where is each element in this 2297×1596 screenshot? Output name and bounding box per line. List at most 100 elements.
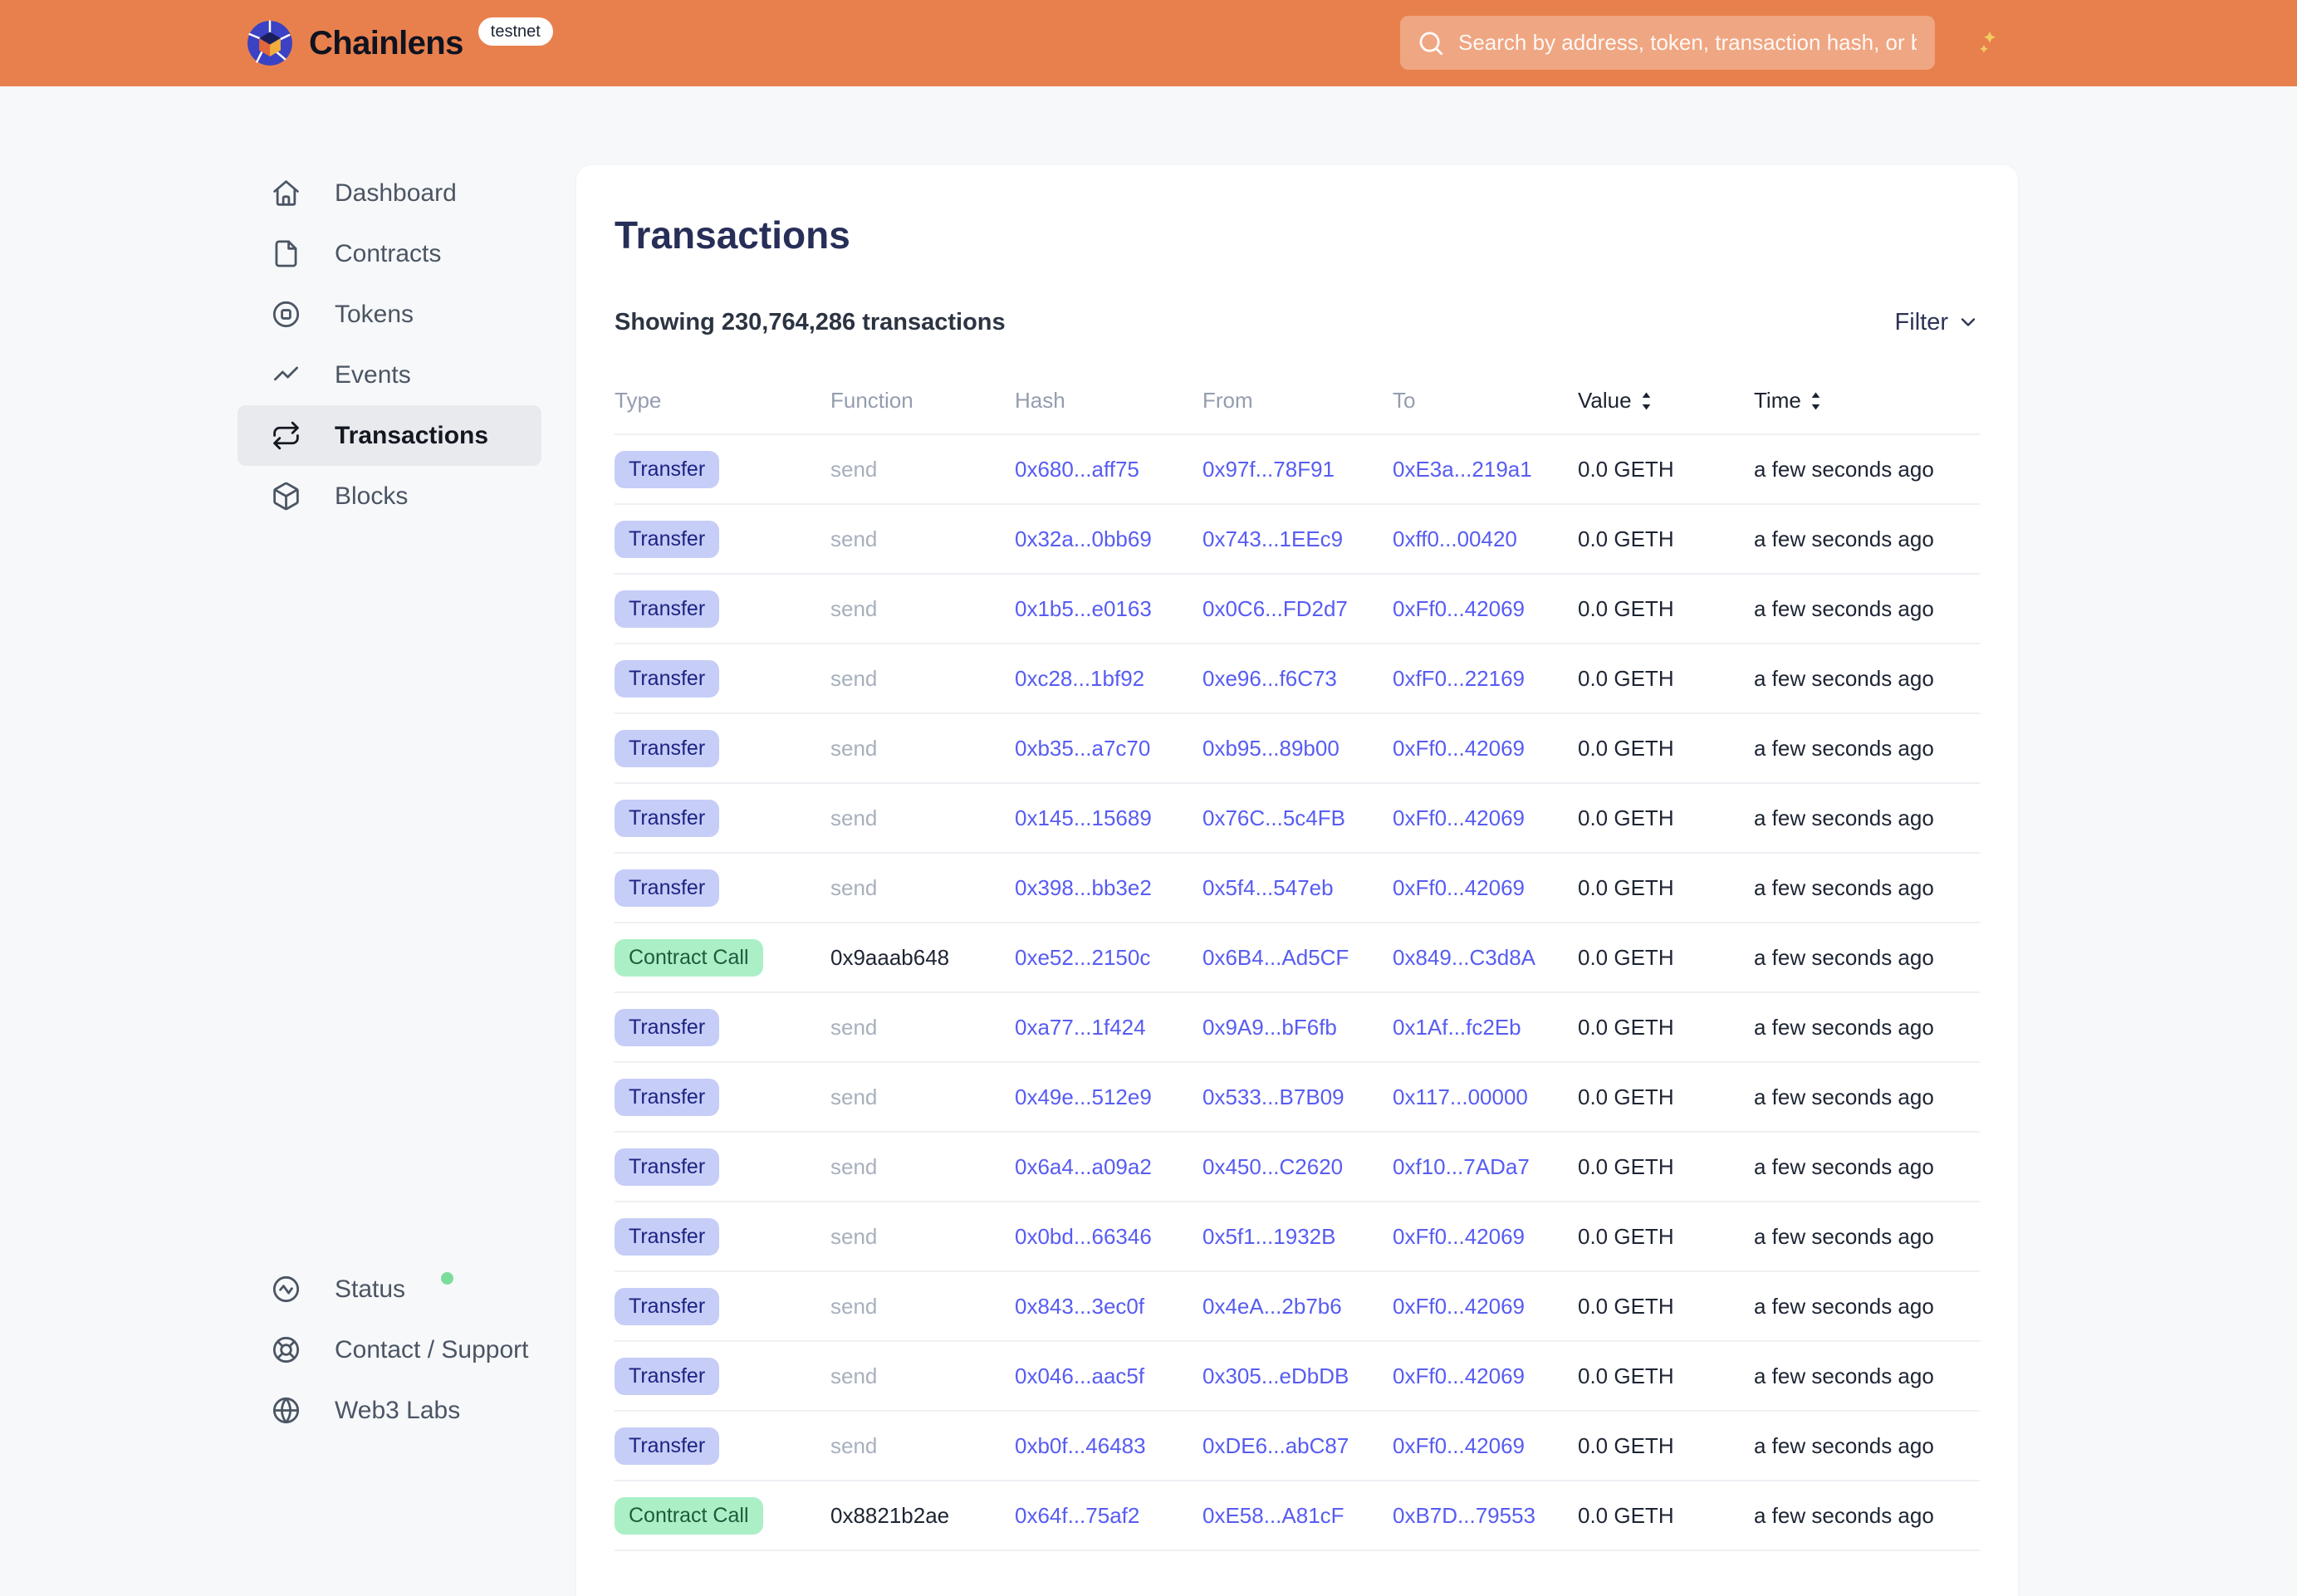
sidebar-item-contracts[interactable]: Contracts [238, 223, 541, 284]
from-address-link[interactable]: 0xe96...f6C73 [1202, 666, 1393, 692]
from-address-link[interactable]: 0x4eA...2b7b6 [1202, 1294, 1393, 1319]
transaction-row: Transfer send 0x145...15689 0x76C...5c4F… [615, 784, 1980, 854]
sort-icon [1640, 390, 1653, 412]
hash-link[interactable]: 0x1b5...e0163 [1015, 596, 1202, 622]
value-cell: 0.0 GETH [1578, 1015, 1754, 1040]
type-badge: Transfer [615, 1148, 719, 1186]
hash-link[interactable]: 0x6a4...a09a2 [1015, 1154, 1202, 1180]
hash-link[interactable]: 0xb35...a7c70 [1015, 736, 1202, 761]
to-address-link[interactable]: 0xff0...00420 [1393, 526, 1578, 552]
to-address-link[interactable]: 0xFf0...42069 [1393, 805, 1578, 831]
brand-home-link[interactable]: Chainlens testnet [246, 0, 553, 86]
function-cell: send [830, 1294, 1015, 1319]
from-address-link[interactable]: 0x305...eDbDB [1202, 1363, 1393, 1389]
to-address-link[interactable]: 0xFf0...42069 [1393, 875, 1578, 901]
sidebar-item-label: Status [335, 1275, 405, 1304]
hash-link[interactable]: 0x046...aac5f [1015, 1363, 1202, 1389]
hash-link[interactable]: 0x32a...0bb69 [1015, 526, 1202, 552]
sidebar-item-status[interactable]: Status [238, 1259, 541, 1319]
hash-link[interactable]: 0x0bd...66346 [1015, 1224, 1202, 1250]
from-address-link[interactable]: 0x0C6...FD2d7 [1202, 596, 1393, 622]
column-label: Value [1578, 388, 1632, 414]
to-address-link[interactable]: 0xfF0...22169 [1393, 666, 1578, 692]
cube-icon [271, 481, 301, 512]
function-cell: send [830, 1433, 1015, 1459]
to-address-link[interactable]: 0xFf0...42069 [1393, 1363, 1578, 1389]
from-address-link[interactable]: 0x76C...5c4FB [1202, 805, 1393, 831]
column-header-value[interactable]: Value [1578, 388, 1754, 414]
chevron-down-icon [1957, 311, 1980, 334]
column-header-time[interactable]: Time [1754, 388, 1980, 414]
type-badge: Contract Call [615, 1497, 763, 1535]
globe-icon [271, 1395, 301, 1426]
to-address-link[interactable]: 0xFf0...42069 [1393, 1433, 1578, 1459]
to-address-link[interactable]: 0xFf0...42069 [1393, 596, 1578, 622]
from-address-link[interactable]: 0x9A9...bF6fb [1202, 1015, 1393, 1040]
column-label: To [1393, 388, 1415, 414]
sidebar-item-blocks[interactable]: Blocks [238, 466, 541, 526]
to-address-link[interactable]: 0x1Af...fc2Eb [1393, 1015, 1578, 1040]
hash-link[interactable]: 0xb0f...46483 [1015, 1433, 1202, 1459]
transaction-row: Transfer send 0x843...3ec0f 0x4eA...2b7b… [615, 1272, 1980, 1342]
chainlens-logo-icon [246, 19, 294, 67]
hash-link[interactable]: 0x680...aff75 [1015, 457, 1202, 482]
from-address-link[interactable]: 0x450...C2620 [1202, 1154, 1393, 1180]
time-cell: a few seconds ago [1754, 736, 1980, 761]
sidebar-item-dashboard[interactable]: Dashboard [238, 163, 541, 223]
to-address-link[interactable]: 0xFf0...42069 [1393, 736, 1578, 761]
app-window: Chainlens testnet Dashboard Contracts To… [0, 0, 2297, 1596]
from-address-link[interactable]: 0x97f...78F91 [1202, 457, 1393, 482]
sidebar-item-tokens[interactable]: Tokens [238, 284, 541, 345]
from-address-link[interactable]: 0x743...1EEc9 [1202, 526, 1393, 552]
to-address-link[interactable]: 0x117...00000 [1393, 1084, 1578, 1110]
sidebar-item-transactions[interactable]: Transactions [238, 405, 541, 466]
type-cell: Transfer [615, 800, 830, 837]
value-cell: 0.0 GETH [1578, 1294, 1754, 1319]
column-header-type: Type [615, 388, 830, 414]
type-cell: Transfer [615, 521, 830, 558]
hash-link[interactable]: 0xa77...1f424 [1015, 1015, 1202, 1040]
transaction-row: Transfer send 0x046...aac5f 0x305...eDbD… [615, 1342, 1980, 1412]
hash-link[interactable]: 0x64f...75af2 [1015, 1503, 1202, 1529]
to-address-link[interactable]: 0xE3a...219a1 [1393, 457, 1578, 482]
from-address-link[interactable]: 0x533...B7B09 [1202, 1084, 1393, 1110]
to-address-link[interactable]: 0xf10...7ADa7 [1393, 1154, 1578, 1180]
sidebar-item-events[interactable]: Events [238, 345, 541, 405]
hash-link[interactable]: 0x49e...512e9 [1015, 1084, 1202, 1110]
type-cell: Transfer [615, 451, 830, 488]
theme-toggle-button[interactable] [1958, 20, 2005, 66]
sidebar-item-web3-labs[interactable]: Web3 Labs [238, 1380, 541, 1441]
sidebar-item-contact-support[interactable]: Contact / Support [238, 1319, 541, 1380]
from-address-link[interactable]: 0x6B4...Ad5CF [1202, 945, 1393, 971]
hash-link[interactable]: 0x843...3ec0f [1015, 1294, 1202, 1319]
from-address-link[interactable]: 0xE58...A81cF [1202, 1503, 1393, 1529]
from-address-link[interactable]: 0xDE6...abC87 [1202, 1433, 1393, 1459]
transaction-row: Transfer send 0xb35...a7c70 0xb95...89b0… [615, 714, 1980, 784]
column-label: Function [830, 388, 913, 414]
lifebuoy-icon [271, 1334, 301, 1365]
to-address-link[interactable]: 0xFf0...42069 [1393, 1224, 1578, 1250]
top-navbar: Chainlens testnet [0, 0, 2297, 86]
hash-link[interactable]: 0x398...bb3e2 [1015, 875, 1202, 901]
function-cell: send [830, 875, 1015, 901]
from-address-link[interactable]: 0x5f1...1932B [1202, 1224, 1393, 1250]
to-address-link[interactable]: 0xFf0...42069 [1393, 1294, 1578, 1319]
type-cell: Transfer [615, 590, 830, 628]
time-cell: a few seconds ago [1754, 666, 1980, 692]
transaction-row: Transfer send 0xc28...1bf92 0xe96...f6C7… [615, 644, 1980, 714]
time-cell: a few seconds ago [1754, 596, 1980, 622]
from-address-link[interactable]: 0xb95...89b00 [1202, 736, 1393, 761]
type-badge: Transfer [615, 590, 719, 628]
to-address-link[interactable]: 0x849...C3d8A [1393, 945, 1578, 971]
hash-link[interactable]: 0x145...15689 [1015, 805, 1202, 831]
search-input[interactable] [1457, 29, 1918, 56]
function-cell: send [830, 805, 1015, 831]
filter-button[interactable]: Filter [1895, 309, 1980, 336]
from-address-link[interactable]: 0x5f4...547eb [1202, 875, 1393, 901]
table-header-row: TypeFunctionHashFromToValueTime [615, 378, 1980, 433]
sidebar-footer-nav: Status Contact / Support Web3 Labs [238, 1259, 541, 1441]
to-address-link[interactable]: 0xB7D...79553 [1393, 1503, 1578, 1529]
hash-link[interactable]: 0xe52...2150c [1015, 945, 1202, 971]
type-cell: Transfer [615, 1288, 830, 1325]
hash-link[interactable]: 0xc28...1bf92 [1015, 666, 1202, 692]
